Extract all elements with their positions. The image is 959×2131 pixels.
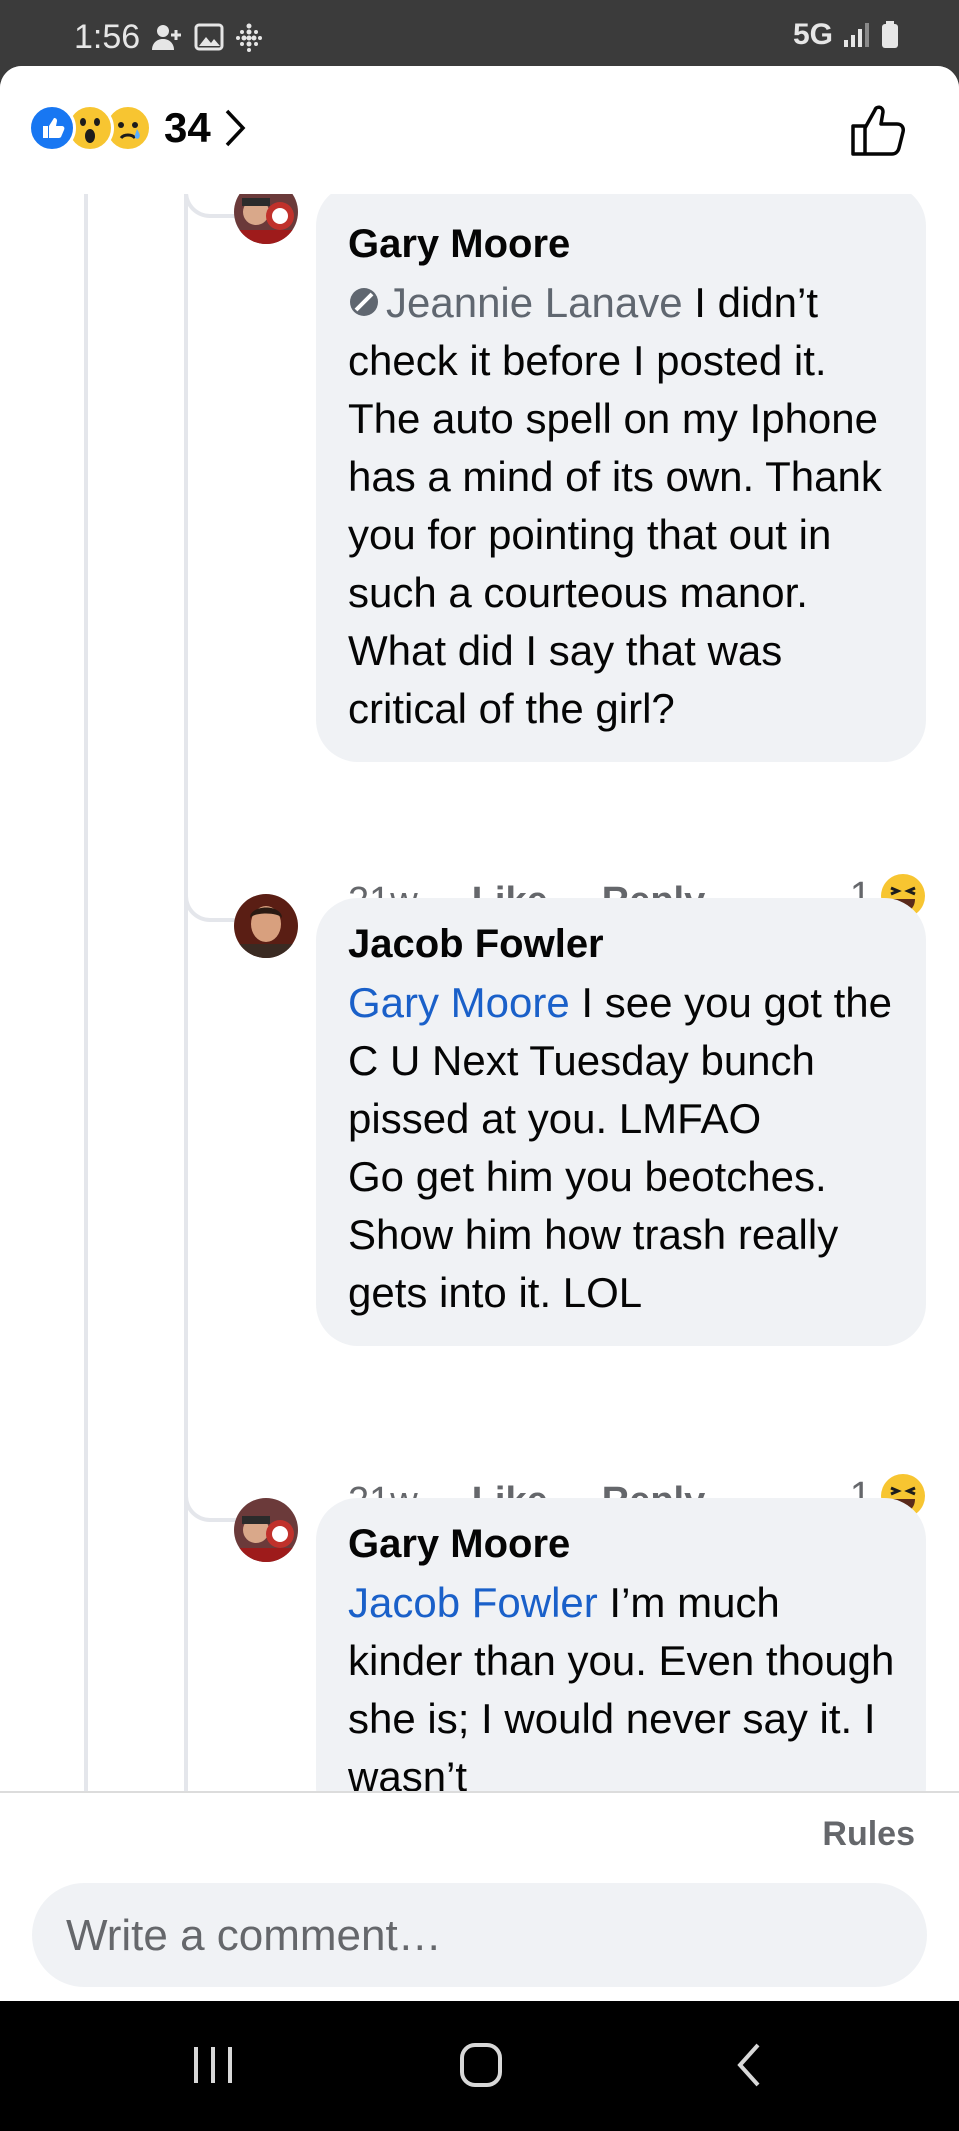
reactions-count: 34 (164, 104, 211, 151)
status-bar: 1:56 5G (0, 0, 959, 66)
reactions-summary[interactable]: 34 (28, 104, 247, 152)
person-add-icon (152, 25, 181, 50)
comment-bubble[interactable]: Gary Moore Jeannie Lanave I didn’t check… (316, 194, 926, 762)
comment-text: Gary Moore I see you got the C U Next Tu… (348, 974, 896, 1322)
avatar[interactable] (234, 894, 298, 958)
battery-icon (882, 21, 898, 48)
mention-link[interactable]: Jeannie Lanave (386, 279, 683, 326)
comment-thread[interactable]: Gary Moore Jeannie Lanave I didn’t check… (0, 194, 959, 1857)
mention-link[interactable]: Jacob Fowler (348, 1579, 598, 1626)
rules-link[interactable]: Rules (822, 1815, 915, 1854)
chevron-right-icon (225, 109, 246, 147)
dots-grid-icon (236, 23, 262, 52)
thread-line-inner (184, 194, 188, 1857)
mention-link[interactable]: Gary Moore (348, 979, 570, 1026)
reactions-header: 34 (0, 66, 959, 194)
status-notification-icons (150, 22, 264, 52)
system-nav-bar (0, 2001, 959, 2131)
comment-body: I see you got the C U Next Tuesday bunch… (348, 979, 892, 1316)
back-icon[interactable] (734, 2041, 764, 2089)
avatar[interactable] (234, 1498, 298, 1562)
thread-connector (184, 1490, 238, 1522)
comment-author[interactable]: Gary Moore (348, 206, 896, 268)
thumbs-up-icon[interactable] (849, 100, 907, 158)
comment-author[interactable]: Gary Moore (348, 1520, 896, 1568)
comment-bubble[interactable]: Jacob Fowler Gary Moore I see you got th… (316, 898, 926, 1346)
home-icon[interactable] (458, 2041, 504, 2089)
comment-footer: Rules Write a comment… (0, 1791, 959, 2001)
image-icon (194, 23, 224, 51)
signal-icon (844, 23, 869, 47)
ban-icon (350, 287, 378, 316)
thread-connector (184, 194, 238, 218)
comment-body: I didn’t check it before I posted it. Th… (348, 279, 882, 732)
comment-placeholder: Write a comment… (66, 1911, 442, 1960)
comment-text: Jacob Fowler I’m much kinder than you. E… (348, 1574, 896, 1806)
recents-icon[interactable] (190, 2043, 236, 2087)
comments-sheet: 34 Gary Moore Jeannie Lanave I didn’t ch… (0, 66, 959, 2001)
avatar[interactable] (234, 194, 298, 244)
status-time: 1:56 (74, 18, 141, 56)
network-label: 5G (792, 18, 833, 51)
comment-bubble[interactable]: Gary Moore Jacob Fowler I’m much kinder … (316, 1498, 926, 1830)
comment-author[interactable]: Jacob Fowler (348, 920, 896, 968)
thread-connector (184, 890, 238, 922)
like-reaction-icon (28, 104, 76, 152)
comment-text: Jeannie Lanave I didn’t check it before … (348, 274, 896, 738)
comment-input[interactable]: Write a comment… (32, 1883, 927, 1987)
status-right: 5G (793, 18, 899, 52)
thread-line-outer (84, 194, 88, 1857)
